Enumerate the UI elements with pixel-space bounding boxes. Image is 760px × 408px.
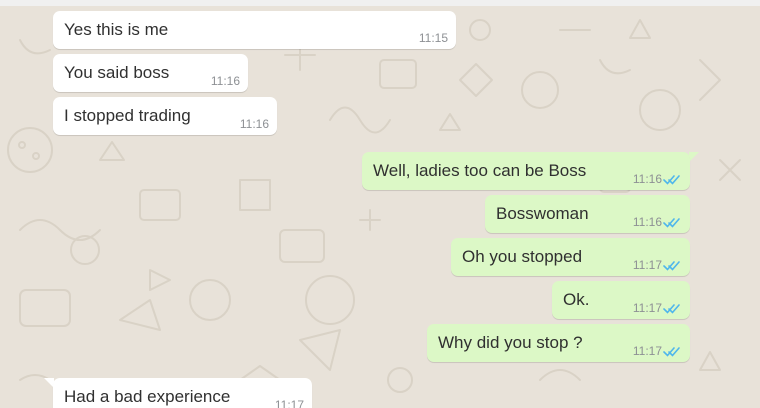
- outgoing-message[interactable]: Why did you stop ? 11:17: [427, 324, 690, 362]
- outgoing-message[interactable]: Bosswoman 11:16: [485, 195, 690, 233]
- read-ticks-icon: [663, 304, 680, 314]
- message-text: Bosswoman: [496, 204, 589, 223]
- message-text: Why did you stop ?: [438, 333, 583, 352]
- message-text: Oh you stopped: [462, 247, 583, 266]
- read-ticks-icon: [663, 261, 680, 271]
- incoming-message[interactable]: Yes this is me 11:15: [53, 11, 456, 49]
- outgoing-message[interactable]: Well, ladies too can be Boss 11:16: [362, 152, 690, 190]
- header-edge: [0, 0, 760, 6]
- message-time: 11:15: [418, 31, 448, 45]
- message-text: I stopped trading: [64, 106, 191, 125]
- message-text: Ok.: [563, 290, 590, 309]
- message-time: 11:16: [239, 117, 269, 131]
- incoming-message[interactable]: You said boss 11:16: [53, 54, 248, 92]
- message-time: 11:16: [210, 74, 240, 88]
- message-time: 11:17: [632, 344, 662, 358]
- read-ticks-icon: [663, 175, 680, 185]
- message-time: 11:17: [632, 301, 662, 315]
- read-ticks-icon: [663, 218, 680, 228]
- bubble-tail: [689, 152, 699, 162]
- message-text: Well, ladies too can be Boss: [373, 161, 587, 180]
- chat-pane: Yes this is me 11:15 You said boss 11:16…: [0, 0, 760, 408]
- message-time: 11:16: [632, 215, 662, 229]
- message-time: 11:16: [632, 172, 662, 186]
- message-text: Had a bad experience: [64, 387, 231, 406]
- outgoing-message[interactable]: Oh you stopped 11:17: [451, 238, 690, 276]
- message-time: 11:17: [632, 258, 662, 272]
- read-ticks-icon: [663, 347, 680, 357]
- outgoing-message[interactable]: Ok. 11:17: [552, 281, 690, 319]
- incoming-message[interactable]: I stopped trading 11:16: [53, 97, 277, 135]
- incoming-message[interactable]: Had a bad experience 11:17: [53, 378, 312, 408]
- message-text: Yes this is me: [64, 20, 169, 39]
- message-text: You said boss: [64, 63, 170, 82]
- message-time: 11:17: [274, 398, 304, 408]
